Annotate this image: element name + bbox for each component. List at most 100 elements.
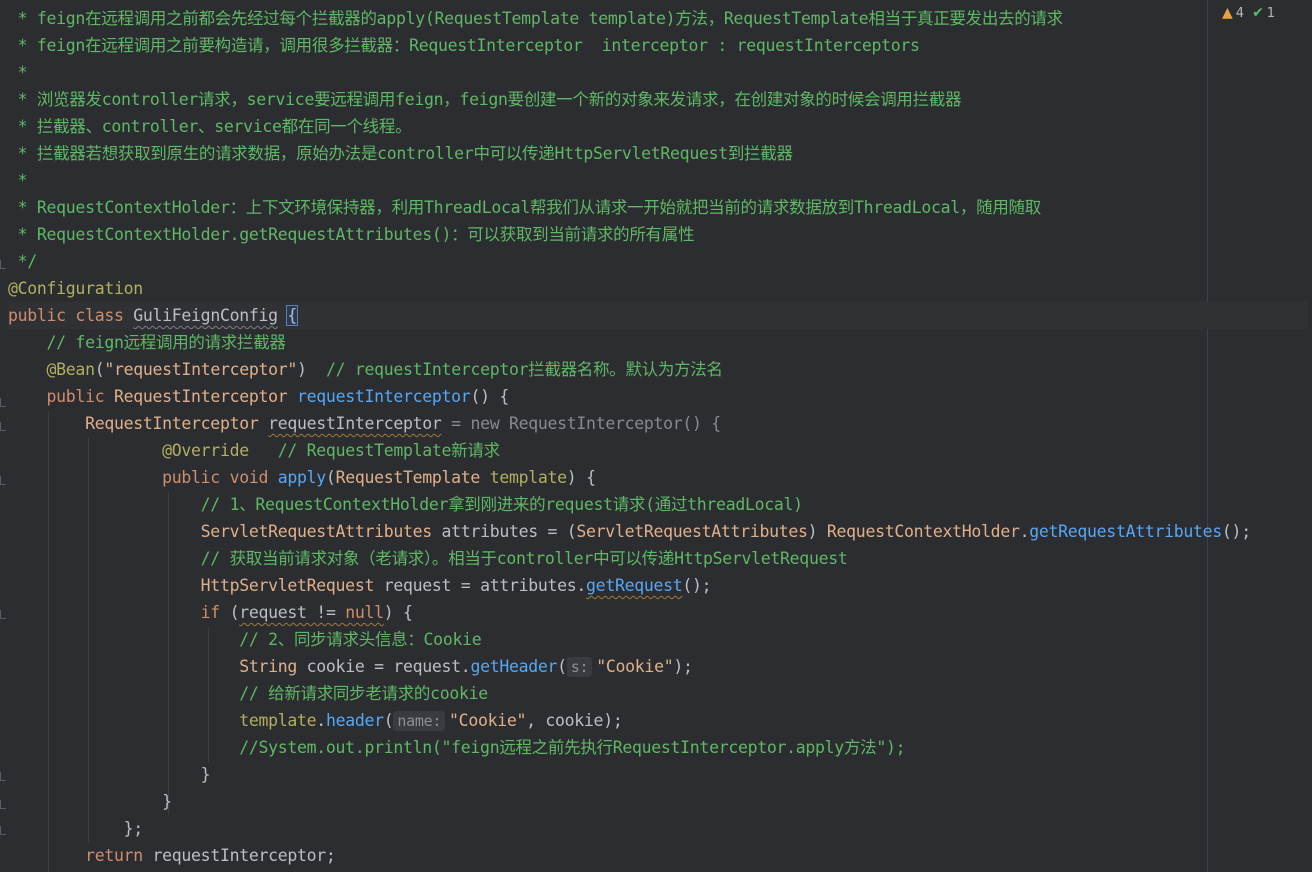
fold-marker-icon[interactable] [0,772,6,782]
code-token: ) { [566,468,596,487]
code-line[interactable]: RequestInterceptor requestInterceptor = … [8,410,1308,437]
code-token: , cookie); [526,711,623,730]
warnings-badge[interactable]: ▲ 4 [1222,5,1244,21]
code-token: @Configuration [8,279,143,298]
code-token: @Override [8,441,249,460]
code-token: getRequest [586,576,683,595]
code-token: } [8,792,172,811]
fold-marker-icon[interactable] [0,422,6,432]
fold-marker-icon[interactable] [0,398,6,408]
code-line[interactable]: * RequestContextHolder.getRequestAttribu… [8,221,1308,248]
code-token: // 1、RequestContextHolder拿到刚进来的request请求… [8,495,803,514]
code-token: //System.out.println("feign远程之前先执行Reques… [8,738,906,757]
code-line[interactable]: * RequestContextHolder：上下文环境保持器，利用Thread… [8,194,1308,221]
fold-marker-icon[interactable] [0,610,6,620]
code-line[interactable]: String cookie = request.getHeader(s: "Coo… [8,653,1308,680]
code-token: template [489,468,567,487]
code-token: requestInterceptor; [152,846,336,865]
code-token: }; [8,819,144,838]
code-line[interactable]: * [8,59,1308,86]
weak-warnings-badge[interactable]: ✔ 1 [1252,5,1275,21]
code-line[interactable]: public void apply(RequestTemplate templa… [8,464,1308,491]
code-token: * 浏览器发controller请求，service要远程调用feign，fei… [8,90,962,109]
code-line[interactable]: if (request != null) { [8,599,1308,626]
fold-marker-icon[interactable] [0,260,6,270]
code-line[interactable]: return requestInterceptor; [8,842,1308,869]
code-line[interactable]: }; [8,815,1308,842]
code-token: HttpServletRequest [8,576,384,595]
code-line[interactable]: HttpServletRequest request = attributes.… [8,572,1308,599]
fold-marker-icon[interactable] [0,476,6,486]
code-line[interactable]: template.header(name: "Cookie", cookie); [8,707,1308,734]
code-token: RequestTemplate [335,468,490,487]
code-token: (); [682,576,712,595]
code-line[interactable]: //System.out.println("feign远程之前先执行Reques… [8,734,1308,761]
code-token: // RequestTemplate新请求 [277,441,500,460]
code-token: // 获取当前请求对象（老请求）。相当于controller中可以传递HttpS… [8,549,848,568]
code-token: @Bean [8,360,95,379]
code-line[interactable]: public class GuliFeignConfig { [8,302,1308,329]
code-token: ) [807,522,827,541]
code-token: * [8,171,28,190]
code-token: ) { [383,603,413,622]
code-token: ); [673,657,693,676]
editor-gutter[interactable] [0,0,8,872]
code-token: RequestInterceptor [113,387,298,406]
fold-marker-icon[interactable] [0,826,6,836]
code-token: RequestInterceptor [8,414,269,433]
code-token: ( [94,360,105,379]
code-line[interactable]: @Bean("requestInterceptor") // requestIn… [8,356,1308,383]
parameter-hint: name: [393,711,446,731]
code-line[interactable]: */ [8,248,1308,275]
code-token: public [8,387,114,406]
code-token: new RequestInterceptor() { [470,414,721,433]
code-token: RequestContextHolder [826,522,1020,541]
code-line[interactable]: * [8,167,1308,194]
code-token: requestInterceptor [297,387,471,406]
code-token: = [441,414,471,433]
fold-marker-icon[interactable] [0,800,6,810]
code-line[interactable]: @Override // RequestTemplate新请求 [8,437,1308,464]
warning-triangle-icon: ▲ [1222,5,1233,21]
code-line[interactable]: public RequestInterceptor requestInterce… [8,383,1308,410]
code-line[interactable]: * 浏览器发controller请求，service要远程调用feign，fei… [8,86,1308,113]
code-line[interactable]: } [8,761,1308,788]
code-line[interactable]: // feign远程调用的请求拦截器 [8,329,1308,356]
code-line[interactable]: ServletRequestAttributes attributes = (S… [8,518,1308,545]
code-line[interactable]: * feign在远程调用之前要构造请，调用很多拦截器：RequestInterc… [8,32,1308,59]
inspection-widget[interactable]: ▲ 4 ✔ 1 [1222,5,1275,21]
code-token: // feign远程调用的请求拦截器 [8,333,286,352]
code-token: if [8,603,230,622]
code-token: "Cookie" [596,657,674,676]
code-token: // requestInterceptor拦截器名称。默认为方法名 [325,360,723,379]
code-token: . [316,711,326,730]
code-line[interactable]: * 拦截器若想获取到原生的请求数据，原始办法是controller中可以传递Ht… [8,140,1308,167]
code-area[interactable]: * feign在远程调用之前都会先经过每个拦截器的apply(RequestTe… [8,5,1308,869]
code-editor[interactable]: * feign在远程调用之前都会先经过每个拦截器的apply(RequestTe… [0,0,1312,872]
code-token: GuliFeignConfig [133,306,278,325]
code-token: public void [8,468,278,487]
code-line[interactable]: * 拦截器、controller、service都在同一个线程。 [8,113,1308,140]
code-line[interactable]: // 获取当前请求对象（老请求）。相当于controller中可以传递HttpS… [8,545,1308,572]
code-token: ServletRequestAttributes [576,522,808,541]
code-token: * feign在远程调用之前都会先经过每个拦截器的apply(RequestTe… [8,9,1064,28]
code-token: * RequestContextHolder：上下文环境保持器，利用Thread… [8,198,1042,217]
code-token: ) [297,360,326,379]
code-line[interactable]: * feign在远程调用之前都会先经过每个拦截器的apply(RequestTe… [8,5,1308,32]
code-line[interactable]: @Configuration [8,275,1308,302]
code-token: // 2、同步请求头信息：Cookie [8,630,482,649]
code-token: () { [470,387,509,406]
code-token: * 拦截器若想获取到原生的请求数据，原始办法是controller中可以传递Ht… [8,144,793,163]
code-line[interactable]: // 2、同步请求头信息：Cookie [8,626,1308,653]
code-token: requestInterceptor [268,414,442,433]
code-line[interactable]: // 1、RequestContextHolder拿到刚进来的request请求… [8,491,1308,518]
code-token: getRequestAttributes [1029,522,1222,541]
code-token: "requestInterceptor" [104,360,298,379]
code-line[interactable]: // 给新请求同步老请求的cookie [8,680,1308,707]
code-line[interactable]: } [8,788,1308,815]
code-token: String [8,657,307,676]
code-token: ( [325,468,336,487]
parameter-hint: s: [566,657,593,677]
code-token: getHeader [470,657,558,676]
